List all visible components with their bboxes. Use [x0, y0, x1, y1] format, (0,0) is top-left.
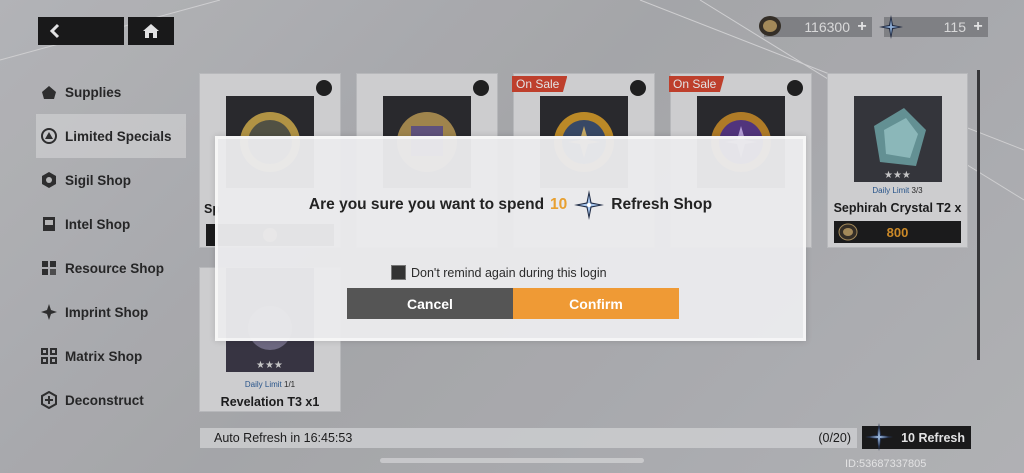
confirm-dialog: Are you sure you want to spend 10 Refres…: [215, 136, 806, 341]
cancel-button[interactable]: Cancel: [347, 288, 513, 319]
message-suffix: Refresh Shop: [611, 196, 713, 213]
compass-star-icon: [574, 190, 605, 220]
confirm-button[interactable]: Confirm: [513, 288, 679, 319]
dont-remind-option[interactable]: Don't remind again during this login: [391, 265, 607, 280]
spend-amount: 10: [550, 196, 568, 213]
dialog-message: Are you sure you want to spend 10 Refres…: [218, 189, 803, 221]
dont-remind-label: Don't remind again during this login: [411, 265, 607, 280]
message-prefix: Are you sure you want to spend: [308, 196, 545, 213]
dont-remind-checkbox[interactable]: [391, 265, 406, 280]
